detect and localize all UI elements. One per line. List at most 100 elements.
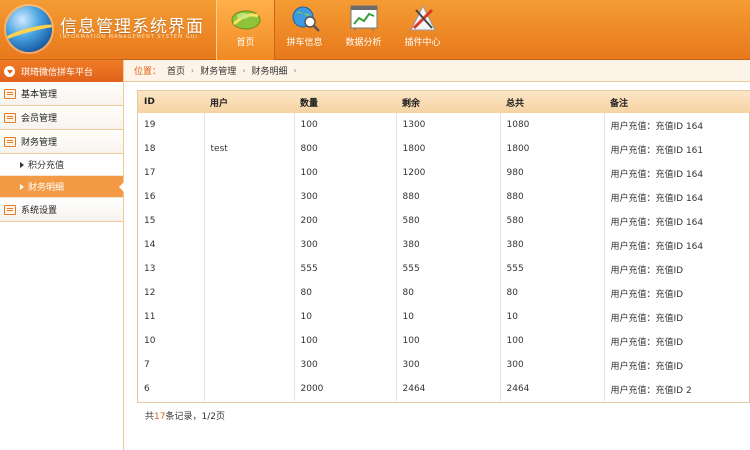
- table-cell: 用户充值：充值ID 164: [603, 113, 750, 137]
- table-cell: 17: [144, 168, 156, 178]
- table-cell: 380: [499, 233, 604, 257]
- sidebar-item-members[interactable]: 会员管理: [0, 106, 123, 130]
- table-body: 19 100 1300 1080 用户充值：充值ID 164 18 test 800 1800 1…: [138, 113, 750, 401]
- table-cell: 880: [499, 185, 604, 209]
- nav-label: 插件中心: [404, 38, 441, 48]
- table-cell: 80: [395, 281, 500, 305]
- chevron-right-icon: ›: [242, 66, 246, 75]
- table-row: 11 10 10 10 用户充值：充值ID: [138, 305, 750, 329]
- list-icon: [4, 88, 16, 99]
- nav-item-carpool[interactable]: 拼车信息: [275, 0, 334, 60]
- globe-logo-icon: [6, 6, 52, 52]
- table-cell: 用户充值：充值ID: [603, 329, 750, 353]
- table-cell: 10: [293, 305, 396, 329]
- table-cell: 用户充值：充值ID: [603, 305, 750, 329]
- globe-search-icon: [288, 4, 322, 32]
- nav-label: 数据分析: [345, 38, 382, 48]
- table-cell: 300: [395, 353, 500, 377]
- sidebar-header[interactable]: 琪琦微信拼车平台: [0, 60, 123, 82]
- table-cell: 1800: [499, 137, 604, 161]
- column-header: 备注: [604, 91, 750, 113]
- table-cell: 18: [144, 144, 156, 154]
- table-cell: [203, 353, 294, 377]
- table-cell: 100: [499, 329, 604, 353]
- table-cell: 555: [395, 257, 500, 281]
- sidebar-item-basic[interactable]: 基本管理: [0, 82, 123, 106]
- table-cell: 580: [395, 209, 500, 233]
- caret-right-icon: [20, 161, 24, 168]
- pager-prefix: 共: [145, 412, 155, 422]
- tools-icon: [406, 4, 440, 32]
- table-cell: 14: [144, 240, 156, 250]
- table-cell: [203, 281, 294, 305]
- table-cell: [203, 113, 294, 137]
- table-cell: 580: [499, 209, 604, 233]
- table-cell: 2464: [499, 377, 604, 401]
- table-cell: 6: [144, 384, 150, 394]
- table-cell: 555: [293, 257, 396, 281]
- table-cell: test: [203, 137, 294, 161]
- table-cell: 15: [144, 216, 156, 226]
- table-cell: [203, 329, 294, 353]
- table-cell: 用户充值：充值ID: [603, 281, 750, 305]
- finance-table: ID 用户 数量 剩余 总共 备注 19 100 1300 1080 用户充值：充值ID…: [137, 90, 750, 403]
- table-cell: [203, 257, 294, 281]
- breadcrumb: 位置： 首页 › 财务管理 › 财务明细 ›: [124, 60, 750, 82]
- top-nav: 首页 拼车信息 数据分析 插件中心: [216, 0, 452, 60]
- nav-label: 拼车信息: [286, 38, 323, 48]
- table-cell: 2464: [395, 377, 500, 401]
- message-icon: [4, 136, 16, 147]
- nav-item-analysis[interactable]: 数据分析: [334, 0, 393, 60]
- table-cell: 100: [293, 161, 396, 185]
- sidebar-subitem-finance-detail[interactable]: 财务明细: [0, 176, 124, 198]
- table-cell: 19: [144, 120, 156, 130]
- sidebar-item-label: 财务管理: [21, 138, 58, 148]
- table-row: 6 2000 2464 2464 用户充值：充值ID 2: [138, 377, 750, 401]
- table-cell: [203, 233, 294, 257]
- table-cell: 用户充值：充值ID 161: [603, 137, 750, 161]
- table-row: 17 100 1200 980 用户充值：充值ID 164: [138, 161, 750, 185]
- message-icon: [4, 112, 16, 123]
- table-cell: 800: [293, 137, 396, 161]
- sidebar-subitem-label: 积分充值: [28, 161, 65, 171]
- table-cell: 用户充值：充值ID 164: [603, 233, 750, 257]
- table-cell: 11: [144, 312, 156, 322]
- table-cell: 10: [499, 305, 604, 329]
- breadcrumb-link[interactable]: 首页: [167, 64, 185, 77]
- table-cell: 300: [293, 353, 396, 377]
- pagination-info: 共17条记录，1/2页: [145, 409, 225, 422]
- sidebar-item-label: 基本管理: [21, 90, 58, 100]
- app-header: 信息管理系统界面 INFORMATION MANAGEMENT SYSTEM G…: [0, 0, 750, 60]
- pager-suffix: 条记录，1/2页: [165, 412, 225, 422]
- column-header: 剩余: [396, 91, 500, 113]
- table-cell: 13: [144, 264, 156, 274]
- app-subtitle: INFORMATION MANAGEMENT SYSTEM GUI: [60, 34, 198, 40]
- chevron-right-icon: ›: [191, 66, 195, 75]
- nav-item-plugins[interactable]: 插件中心: [393, 0, 452, 60]
- record-count: 17: [154, 412, 166, 422]
- sidebar-item-label: 会员管理: [21, 114, 58, 124]
- table-cell: 10: [144, 336, 156, 346]
- sidebar-subitem-points-recharge[interactable]: 积分充值: [0, 154, 123, 176]
- column-header: 总共: [500, 91, 604, 113]
- table-cell: 100: [395, 329, 500, 353]
- breadcrumb-current: 财务明细: [251, 67, 288, 77]
- table-cell: 7: [144, 360, 150, 370]
- column-header: ID: [138, 91, 204, 113]
- table-cell: 880: [395, 185, 500, 209]
- table-row: 19 100 1300 1080 用户充值：充值ID 164: [138, 113, 750, 137]
- table-row: 16 300 880 880 用户充值：充值ID 164: [138, 185, 750, 209]
- table-cell: 1080: [499, 113, 604, 137]
- chevron-right-icon: ›: [293, 66, 297, 75]
- sidebar-item-finance[interactable]: 财务管理: [0, 130, 123, 154]
- sidebar-item-settings[interactable]: 系统设置: [0, 198, 123, 222]
- breadcrumb-link[interactable]: 财务管理: [200, 64, 236, 77]
- table-cell: 10: [395, 305, 500, 329]
- nav-item-home[interactable]: 首页: [216, 0, 275, 60]
- sidebar-title: 琪琦微信拼车平台: [21, 67, 94, 78]
- table-cell: 555: [499, 257, 604, 281]
- breadcrumb-prefix: 位置：: [134, 67, 162, 77]
- chart-icon: [347, 4, 381, 32]
- table-header-row: ID 用户 数量 剩余 总共 备注: [138, 91, 750, 113]
- table-cell: 用户充值：充值ID: [603, 257, 750, 281]
